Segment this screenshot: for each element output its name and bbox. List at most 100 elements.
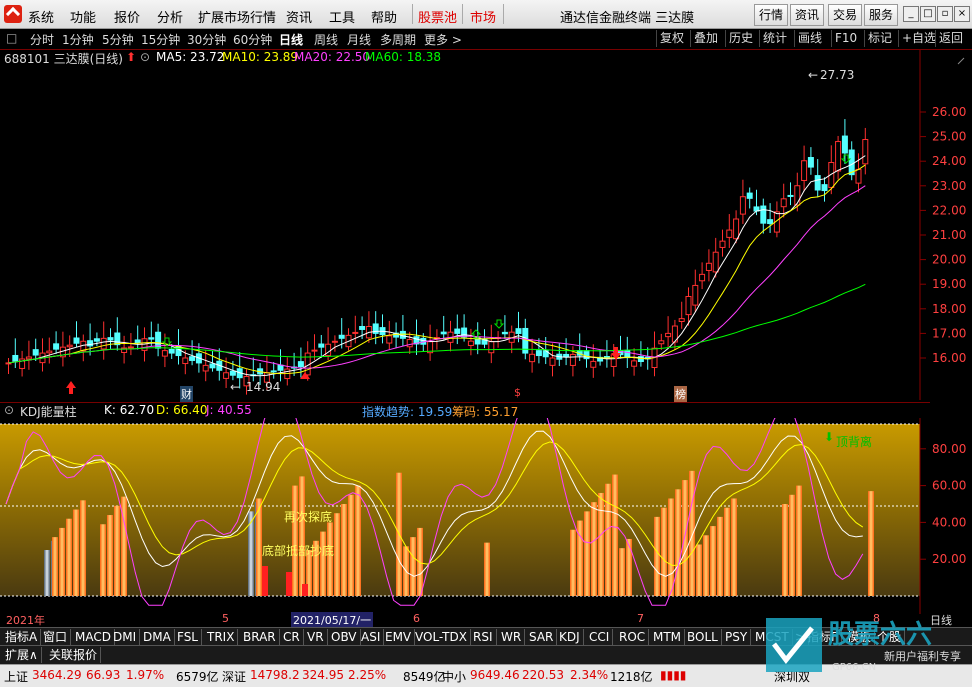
candle-body — [739, 196, 746, 215]
menu-market[interactable]: 市场 — [470, 7, 496, 26]
tab-boll-21[interactable]: BOLL — [684, 629, 722, 645]
trade-button[interactable]: 交易 — [828, 4, 863, 26]
news-button[interactable]: 资讯 — [790, 4, 825, 26]
tab-mtm-20[interactable]: MTM — [650, 629, 686, 645]
candle-body — [746, 192, 753, 199]
candle-body — [461, 327, 468, 338]
period-60min[interactable]: 60分钟 — [233, 31, 272, 48]
menu-system[interactable]: 系统 — [28, 7, 54, 26]
tab-sar-16[interactable]: SAR — [526, 629, 558, 645]
menu-news[interactable]: 资讯 — [286, 7, 312, 26]
tab-asi-11[interactable]: ASI — [358, 629, 385, 645]
candle-body — [590, 360, 597, 368]
month-7: 7 — [637, 612, 644, 625]
candle-body — [692, 284, 699, 306]
tab-wr-15[interactable]: WR — [498, 629, 526, 645]
period-day[interactable]: 日线 — [279, 31, 303, 48]
history-button[interactable]: 历史 — [725, 30, 756, 47]
sub-settings-icon[interactable]: ⊙ — [4, 403, 14, 417]
watermark-url: GP66.CN — [832, 662, 877, 673]
tab-rsi-14[interactable]: RSI — [470, 629, 497, 645]
maximize-icon[interactable]: □ — [920, 6, 936, 22]
zx-amount: 1218亿 — [610, 670, 653, 684]
top-divergence-label: 顶背离 — [836, 435, 873, 449]
tab-brar-7[interactable]: BRAR — [240, 629, 280, 645]
tab-emv-12[interactable]: EMV — [382, 629, 416, 645]
watermark-title: 股票六六 — [828, 620, 933, 650]
tab-cci-18[interactable]: CCI — [586, 629, 614, 645]
zx-label: 中小 — [442, 670, 467, 684]
kdj-energy-bar — [731, 498, 737, 596]
stats-button[interactable]: 统计 — [759, 30, 790, 47]
tab-trix-6[interactable]: TRIX — [204, 629, 239, 645]
quote-button[interactable]: 行情 — [754, 4, 789, 26]
tab-macd-2[interactable]: MACD — [72, 629, 115, 645]
f10-button[interactable]: F10 — [831, 30, 860, 47]
tab-roc-19[interactable]: ROC — [616, 629, 650, 645]
service-button[interactable]: 服务 — [864, 4, 899, 26]
overlay-button[interactable]: 叠加 — [690, 30, 721, 47]
extend-toggle[interactable]: 扩展∧ — [2, 647, 42, 663]
candlestick-chart[interactable]: 26.00 25.00 24.00 23.00 22.00 21.00 20.00 19.00… — [0, 50, 972, 402]
tab-dma-4[interactable]: DMA — [140, 629, 175, 645]
period-1min[interactable]: 1分钟 — [62, 31, 94, 48]
finance-marker[interactable]: 财 — [180, 386, 193, 402]
period-month[interactable]: 月线 — [347, 31, 371, 48]
kdj-chart[interactable]: 80.00 60.00 40.00 20.00 顶背离 ⬇ 再次探底 底部抵部抄底 — [0, 418, 972, 614]
add-watchlist-button[interactable]: +自选 — [898, 30, 939, 47]
tab-voltdx-13[interactable]: VOL-TDX — [412, 629, 471, 645]
menu-analysis[interactable]: 分析 — [157, 7, 183, 26]
period-multi[interactable]: 多周期 — [380, 31, 416, 48]
kdj-tick: 60.00 — [932, 479, 966, 493]
tab-kdj-17[interactable]: KDJ — [556, 629, 584, 645]
rank-marker[interactable]: 榜 — [674, 386, 687, 402]
ma20-value: MA20: 22.50 — [294, 50, 371, 64]
candle-body — [107, 337, 114, 341]
back-button[interactable]: 返回 — [935, 30, 966, 47]
candle-body — [182, 357, 189, 365]
candle-body — [134, 339, 141, 344]
menu-help[interactable]: 帮助 — [371, 7, 397, 26]
tab-obv-10[interactable]: OBV — [328, 629, 361, 645]
period-15min[interactable]: 15分钟 — [141, 31, 180, 48]
window-title: 通达信金融终端 三达膜 — [560, 11, 695, 26]
high-price-arrow: ← — [808, 68, 819, 82]
kdj-tick: 20.00 — [932, 552, 966, 566]
draw-button[interactable]: 画线 — [794, 30, 825, 47]
ma60-value: MA60: 18.38 — [365, 50, 442, 64]
kdj-energy-bar — [626, 538, 632, 596]
period-5min[interactable]: 5分钟 — [102, 31, 134, 48]
tab-cr-8[interactable]: CR — [280, 629, 304, 645]
close-icon[interactable]: × — [954, 6, 970, 22]
candle-body — [515, 328, 522, 334]
kdj-red-bar — [286, 572, 292, 596]
minimize-icon[interactable]: _ — [903, 6, 919, 22]
candle-body — [719, 240, 726, 248]
tab--1[interactable]: 窗口 — [40, 629, 72, 645]
tab-psy-22[interactable]: PSY — [722, 629, 752, 645]
menu-quote[interactable]: 报价 — [114, 7, 140, 26]
settings-icon[interactable]: ⊙ — [140, 50, 150, 64]
dollar-marker[interactable]: $ — [514, 386, 521, 399]
menu-tools[interactable]: 工具 — [329, 7, 355, 26]
candle-body — [311, 349, 318, 352]
stock-title: 688101 三达膜(日线) — [4, 52, 123, 66]
menu-ext-market[interactable]: 扩展市场行情 — [198, 7, 276, 26]
tab-dmi-3[interactable]: DMI — [110, 629, 141, 645]
adjust-button[interactable]: 复权 — [656, 30, 687, 47]
menu-function[interactable]: 功能 — [70, 7, 96, 26]
tab-vr-9[interactable]: VR — [304, 629, 328, 645]
candle-body — [440, 331, 447, 335]
period-more[interactable]: 更多 > — [424, 31, 462, 48]
kdj-energy-bar — [782, 504, 788, 596]
restore-icon[interactable]: ▫ — [937, 6, 953, 22]
collapse-icon[interactable]: □ — [6, 31, 17, 45]
menu-stock-pool[interactable]: 股票池 — [418, 7, 457, 26]
period-30min[interactable]: 30分钟 — [187, 31, 226, 48]
period-tick[interactable]: 分时 — [30, 31, 54, 48]
mark-button[interactable]: 标记 — [864, 30, 895, 47]
tab-fsl-5[interactable]: FSL — [174, 629, 202, 645]
related-quotes-tab[interactable]: 关联报价 — [46, 647, 102, 663]
tab-a-0[interactable]: 指标A — [2, 629, 42, 645]
period-week[interactable]: 周线 — [314, 31, 338, 48]
